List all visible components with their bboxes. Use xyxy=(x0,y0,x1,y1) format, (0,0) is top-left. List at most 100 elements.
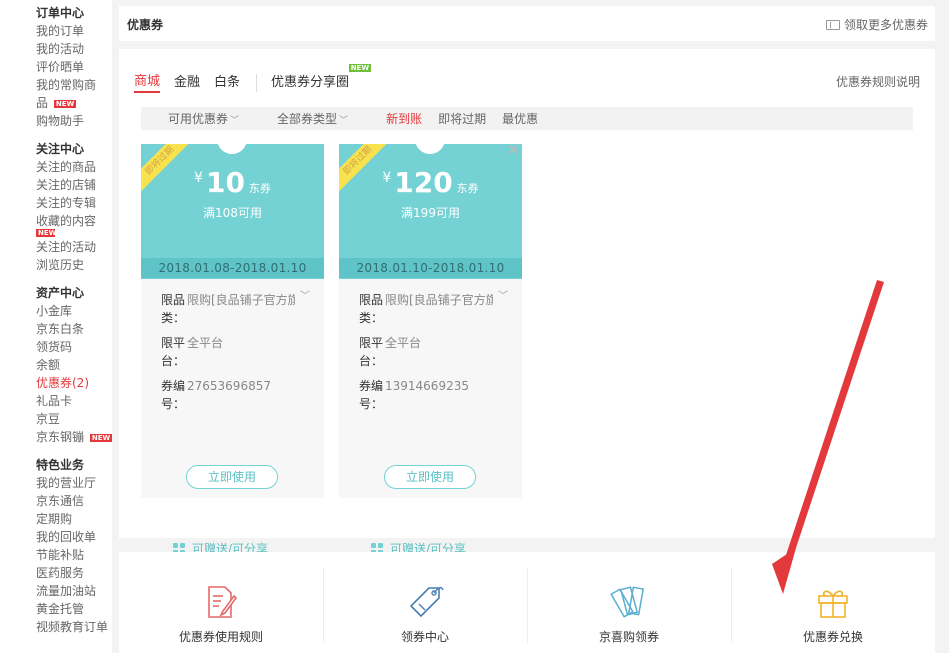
coupon-exchange-entry[interactable]: 优惠券兑换 xyxy=(731,552,935,653)
use-now-button[interactable]: 立即使用 xyxy=(384,465,476,489)
coupon-platform-key: 限平台： xyxy=(359,336,384,368)
available-coupons-label: 可用优惠券 xyxy=(168,112,229,126)
get-more-coupons-link[interactable]: 领取更多优惠券 xyxy=(825,16,928,33)
available-coupons-dropdown[interactable]: 可用优惠券 ﹀ xyxy=(168,110,239,127)
sidebar-item-followed-shops[interactable]: 关注的店铺 xyxy=(36,176,112,194)
close-icon[interactable]: ✕ xyxy=(507,142,520,158)
tab-share-label: 优惠券分享圈 xyxy=(271,75,350,90)
filter-bar: 可用优惠券 ﹀ 全部券类型 ﹀ 新到账 即将过期 最优惠 xyxy=(141,107,913,130)
page-header: 优惠券 领取更多优惠券 xyxy=(119,6,935,41)
tab-baitiao[interactable]: 白条 xyxy=(214,74,240,92)
sidebar-item-coupons[interactable]: 优惠券(2) xyxy=(36,374,112,392)
coupon-notch xyxy=(415,144,445,154)
coupon-type-dropdown[interactable]: 全部券类型 ﹀ xyxy=(277,110,348,127)
new-badge: NEW xyxy=(348,64,372,72)
coupon-center-entry[interactable]: 领券中心 xyxy=(323,552,527,653)
coupon-code-value: 27653696857 xyxy=(187,379,271,393)
new-badge: NEW xyxy=(36,229,57,237)
sidebar-section-title: 特色业务 xyxy=(36,458,85,472)
filter-expiring[interactable]: 即将过期 xyxy=(438,110,486,127)
coupon-platform-key: 限平台： xyxy=(161,336,186,368)
sidebar-item-frequent-goods[interactable]: 我的常购商 xyxy=(36,76,112,94)
sidebar-item-subscription[interactable]: 定期购 xyxy=(36,510,112,528)
yen-symbol: ¥ xyxy=(382,170,392,186)
sidebar-item-label: 品 xyxy=(36,96,49,110)
sidebar-item-jingdou[interactable]: 京豆 xyxy=(36,410,112,428)
sidebar-item-recycle-orders[interactable]: 我的回收单 xyxy=(36,528,112,546)
new-badge: NEW xyxy=(89,433,113,442)
sidebar-item-gangbeng[interactable]: 京东钢镚 NEW xyxy=(36,428,113,446)
coupon-condition: 满199可用 xyxy=(401,206,460,220)
sidebar-item-pickup-code[interactable]: 领货码 xyxy=(36,338,112,356)
sidebar-section-assets: 资产中心 小金库 京东白条 领货码 余额 优惠券(2) 礼品卡 京豆 京东钢镚 … xyxy=(36,284,113,446)
bottom-links: 优惠券使用规则 领券中心 京喜购领券 优惠券兑换 xyxy=(119,552,935,653)
sidebar-item-label: 京东钢镚 xyxy=(36,430,85,444)
filter-new-arrival[interactable]: 新到账 xyxy=(386,110,422,127)
sidebar-item-gold[interactable]: 黄金托管 xyxy=(36,600,112,618)
sidebar-section-orders: 订单中心 我的订单 我的活动 评价晒单 我的常购商 品 NEW 购物助手 xyxy=(36,4,112,130)
page-title: 优惠券 xyxy=(127,18,164,32)
new-badge: NEW xyxy=(53,99,77,108)
sidebar-item-video-edu[interactable]: 视频教育订单 xyxy=(36,618,112,636)
coupon-exchange-label: 优惠券兑换 xyxy=(802,630,863,644)
tab-finance[interactable]: 金融 xyxy=(174,74,200,92)
sidebar-section-follow: 关注中心 关注的商品 关注的店铺 关注的专辑 收藏的内容 NEW 关注的活动 浏… xyxy=(36,140,112,274)
sidebar-item-followed-albums[interactable]: 关注的专辑 xyxy=(36,194,112,212)
coupon-code-value: 13914669235 xyxy=(385,379,469,393)
coupon-tabs: 商城 金融 白条 优惠券分享圈 NEW xyxy=(134,64,372,93)
coupon-center-label: 领券中心 xyxy=(400,630,449,644)
sidebar-item-followed-goods[interactable]: 关注的商品 xyxy=(36,158,112,176)
coupon-rules-label: 优惠券使用规则 xyxy=(178,630,263,644)
sidebar-section-title: 订单中心 xyxy=(36,6,85,20)
coupon-condition: 满108可用 xyxy=(203,206,262,220)
sidebar-item-jd-mobile[interactable]: 京东通信 xyxy=(36,492,112,510)
sidebar-item-business-hall[interactable]: 我的营业厅 xyxy=(36,474,112,492)
sidebar-item-favorites[interactable]: 收藏的内容 xyxy=(36,212,112,230)
coupon-amount: ¥10 东券 xyxy=(141,166,324,199)
sidebar-item-history[interactable]: 浏览历史 xyxy=(36,256,112,274)
sidebar-item-balance[interactable]: 余额 xyxy=(36,356,112,374)
chevron-down-icon: ﹀ xyxy=(230,116,240,126)
coupon-rules-link[interactable]: 优惠券规则说明 xyxy=(836,73,920,90)
use-now-button[interactable]: 立即使用 xyxy=(186,465,278,489)
coupon-limit-row: 限品类：限购[良品铺子官方旗舰店] xyxy=(359,291,502,327)
coupon-details: 限品类：限购[良品铺子官方旗舰店] 限平台：全平台 券编号：1391466923… xyxy=(339,279,522,413)
chevron-down-icon[interactable]: ﹀ xyxy=(300,287,310,302)
sidebar-item-my-activities[interactable]: 我的活动 xyxy=(36,40,112,58)
sidebar-item-reviews[interactable]: 评价晒单 xyxy=(36,58,112,76)
coupon-type-label: 全部券类型 xyxy=(277,112,338,126)
sidebar-item-data-station[interactable]: 流量加油站 xyxy=(36,582,112,600)
sidebar-item-medical[interactable]: 医药服务 xyxy=(36,564,112,582)
coupon-limit-value: 限购[良品铺子官方旗舰店] xyxy=(187,293,295,307)
sidebar-item-shopping-assistant[interactable]: 购物助手 xyxy=(36,112,112,130)
sidebar-item-frequent-goods-cont[interactable]: 品 NEW xyxy=(36,94,112,112)
coupon-limit-key: 限品类： xyxy=(161,293,186,325)
sidebar-item-vault[interactable]: 小金库 xyxy=(36,302,112,320)
ticket-icon xyxy=(825,19,840,30)
chevron-down-icon[interactable]: ﹀ xyxy=(498,287,508,302)
tab-share-circle[interactable]: 优惠券分享圈 NEW xyxy=(271,64,372,92)
coupon-card: 即将过期 ¥10 东券 满108可用 2018.01.08-2018.01.10 … xyxy=(141,144,324,498)
coupon-platform-row: 限平台： 全平台 xyxy=(161,334,304,370)
sidebar-section-services: 特色业务 我的营业厅 京东通信 定期购 我的回收单 节能补贴 医药服务 流量加油… xyxy=(36,456,112,636)
coupon-face: 即将过期 ¥10 东券 满108可用 2018.01.08-2018.01.10 xyxy=(141,144,324,279)
coupon-limit-row: 限品类：限购[良品铺子官方旗舰店] xyxy=(161,291,304,327)
jingxi-coupons-entry[interactable]: 京喜购领券 xyxy=(527,552,731,653)
tab-mall[interactable]: 商城 xyxy=(134,73,161,93)
coupon-rules-entry[interactable]: 优惠券使用规则 xyxy=(119,552,323,653)
coupon-validity: 2018.01.10-2018.01.10 xyxy=(339,258,522,278)
sidebar-item-gift-card[interactable]: 礼品卡 xyxy=(36,392,112,410)
yen-symbol: ¥ xyxy=(194,170,203,186)
get-more-coupons-label: 领取更多优惠券 xyxy=(843,18,928,32)
coupon-panel: 商城 金融 白条 优惠券分享圈 NEW 优惠券规则说明 可用优惠券 ﹀ 全部券类型… xyxy=(119,49,935,556)
coupon-card: 即将过期 ¥120 东券 满199可用 2018.01.10-2018.01.10… xyxy=(339,142,522,498)
coupon-code-row: 券编号： 13914669235 xyxy=(359,377,502,413)
sidebar-item-baitiao[interactable]: 京东白条 xyxy=(36,320,112,338)
sidebar-item-followed-activities[interactable]: 关注的活动 xyxy=(36,238,112,256)
filter-best[interactable]: 最优惠 xyxy=(502,110,538,127)
sidebar-item-energy-subsidy[interactable]: 节能补贴 xyxy=(36,546,112,564)
coupon-validity: 2018.01.08-2018.01.10 xyxy=(141,258,324,278)
sidebar-section-title: 资产中心 xyxy=(36,286,85,300)
coupon-notch xyxy=(217,144,247,154)
sidebar-item-my-orders[interactable]: 我的订单 xyxy=(36,22,112,40)
